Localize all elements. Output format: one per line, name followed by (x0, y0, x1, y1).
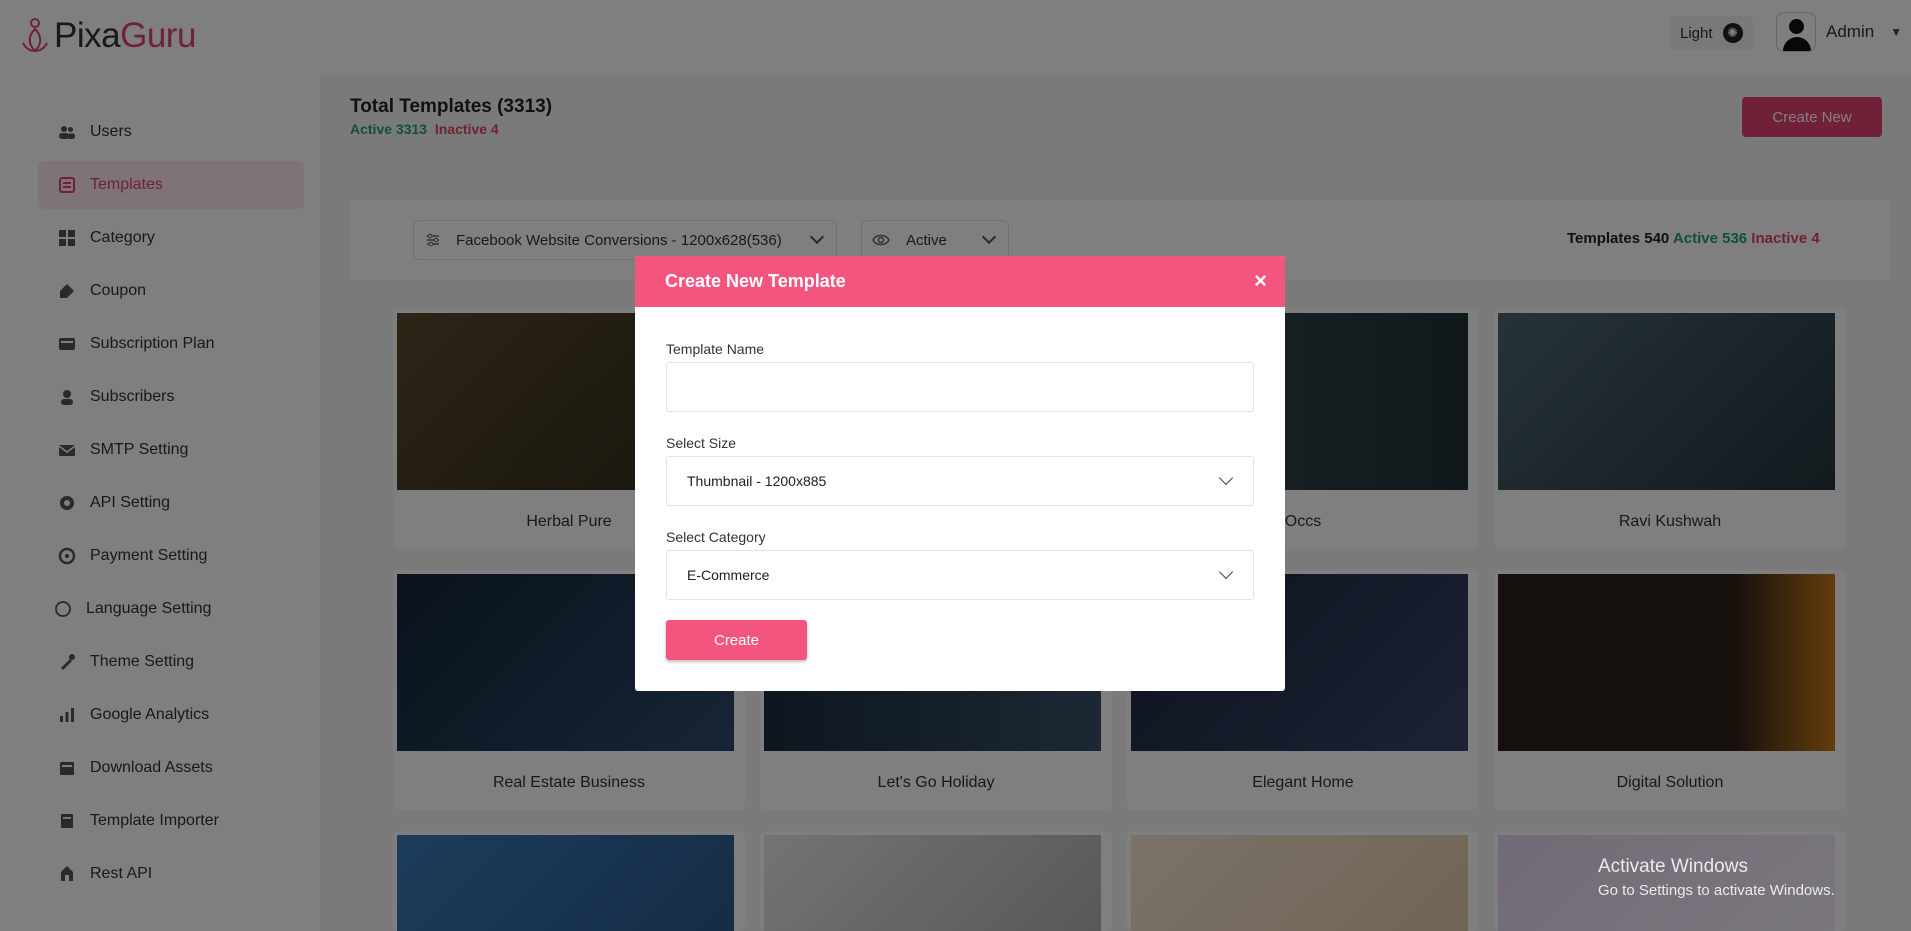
template-name-label: Template Name (666, 341, 765, 357)
category-select[interactable]: E-Commerce (666, 550, 1254, 600)
create-button[interactable]: Create (666, 620, 807, 660)
create-template-modal: Create New Template × Template Name Sele… (635, 256, 1285, 691)
watermark-title: Activate Windows (1598, 856, 1748, 877)
modal-title: Create New Template (665, 271, 846, 291)
size-select-value: Thumbnail - 1200x885 (687, 473, 827, 489)
size-select[interactable]: Thumbnail - 1200x885 (666, 456, 1254, 506)
category-select-value: E-Commerce (687, 567, 770, 583)
watermark-subtitle: Go to Settings to activate Windows. (1598, 882, 1835, 899)
modal-header: Create New Template × (635, 256, 1285, 307)
chevron-down-icon (1218, 470, 1234, 486)
size-label: Select Size (666, 435, 737, 451)
close-icon[interactable]: × (1254, 270, 1267, 292)
chevron-down-icon (1218, 564, 1234, 580)
template-name-input[interactable] (666, 362, 1254, 412)
activate-windows-watermark: Activate Windows Go to Settings to activ… (1598, 856, 1835, 899)
category-label: Select Category (666, 529, 766, 545)
